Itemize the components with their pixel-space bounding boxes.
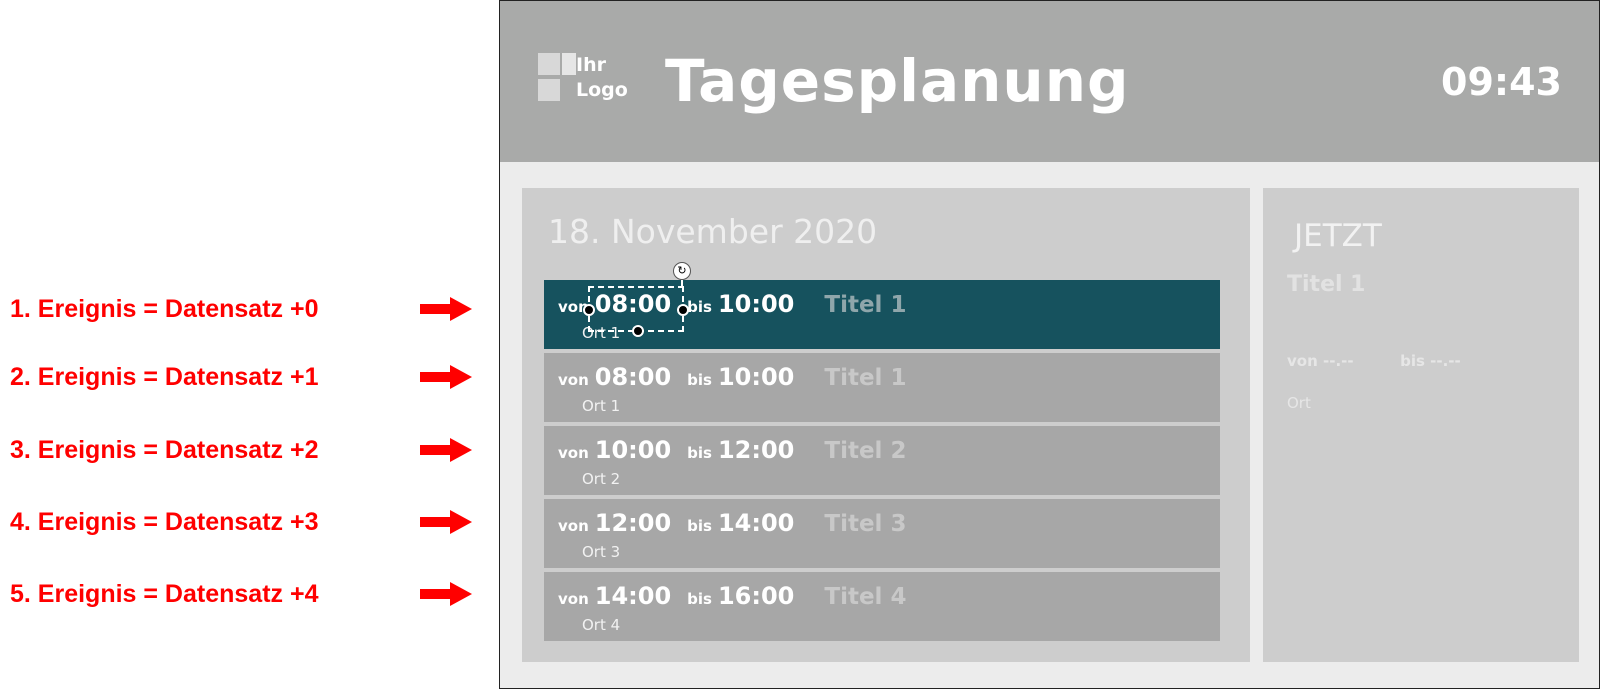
arrow-right-icon [420, 582, 472, 606]
event-start: 14:00 [594, 582, 672, 610]
bis-label: bis [687, 298, 712, 316]
event-end: 14:00 [717, 509, 795, 537]
event-item[interactable]: von 08:00 bis 10:00 Titel 1 Ort 1 [544, 353, 1220, 422]
rotate-handle-icon[interactable]: ↻ [673, 262, 691, 280]
arrow-right-icon [420, 297, 472, 321]
schedule-panel: 18. November 2020 von 08:00 bis 10:00 Ti… [522, 188, 1250, 662]
annotation-row: 3. Ereignis = Datensatz +2 [10, 432, 472, 468]
clock: 09:43 [1441, 60, 1562, 104]
now-start: --.-- [1323, 352, 1354, 370]
event-item[interactable]: von 10:00 bis 12:00 Titel 2 Ort 2 [544, 426, 1220, 495]
von-label: von [1287, 352, 1318, 370]
event-location: Ort 4 [582, 616, 621, 634]
von-label: von [558, 590, 589, 608]
bis-label: bis [687, 444, 712, 462]
arrow-right-icon [420, 510, 472, 534]
event-title: Titel 3 [824, 511, 907, 537]
resize-handle-left[interactable] [583, 304, 595, 316]
von-label: von [558, 371, 589, 389]
event-location: Ort 3 [582, 543, 621, 561]
event-list: von 08:00 bis 10:00 Titel 1 Ort 1 ↻ von … [544, 262, 1220, 645]
event-item[interactable]: von 12:00 bis 14:00 Titel 3 Ort 3 [544, 499, 1220, 568]
von-label: von [558, 517, 589, 535]
event-start: 12:00 [594, 509, 672, 537]
header: Ihr Logo Tagesplanung 09:43 [500, 1, 1599, 162]
schedule-date: 18. November 2020 [548, 212, 878, 251]
resize-handle-bottom[interactable] [632, 325, 644, 337]
von-label: von [558, 444, 589, 462]
event-item[interactable]: von 14:00 bis 16:00 Titel 4 Ort 4 [544, 572, 1220, 641]
rotate-stem [681, 280, 683, 288]
bis-label: bis [687, 590, 712, 608]
bis-label: bis [687, 517, 712, 535]
event-start: 08:00 [594, 363, 672, 391]
event-title: Titel 1 [824, 365, 907, 391]
annotation-list: 1. Ereignis = Datensatz +0 2. Ereignis =… [0, 0, 490, 689]
now-times: von --.-- bis --.-- [1287, 352, 1461, 370]
annotation-label: 3. Ereignis = Datensatz +2 [10, 435, 319, 464]
logo: Ihr Logo [538, 53, 638, 105]
signage-screen: Ihr Logo Tagesplanung 09:43 18. November… [499, 0, 1600, 689]
logo-text-line1: Ihr [576, 54, 606, 76]
event-end: 12:00 [717, 436, 795, 464]
now-location: Ort [1287, 394, 1311, 412]
event-end: 16:00 [717, 582, 795, 610]
event-start: 10:00 [594, 436, 672, 464]
arrow-right-icon [420, 438, 472, 462]
event-location: Ort 2 [582, 470, 621, 488]
event-title: Titel 4 [824, 584, 907, 610]
annotation-row: 1. Ereignis = Datensatz +0 [10, 291, 472, 327]
bis-label: bis [1400, 352, 1425, 370]
now-panel: JETZT Titel 1 von --.-- bis --.-- Ort [1263, 188, 1579, 662]
annotation-row: 4. Ereignis = Datensatz +3 [10, 504, 472, 540]
bis-label: bis [687, 371, 712, 389]
now-label: JETZT [1294, 218, 1382, 254]
annotation-row: 2. Ereignis = Datensatz +1 [10, 359, 472, 395]
annotation-label: 4. Ereignis = Datensatz +3 [10, 507, 319, 536]
resize-handle-right[interactable] [677, 304, 689, 316]
annotation-label: 5. Ereignis = Datensatz +4 [10, 579, 319, 608]
event-title: Titel 2 [824, 438, 907, 464]
now-title: Titel 1 [1287, 272, 1366, 297]
event-end: 10:00 [717, 363, 795, 391]
page-title: Tagesplanung [665, 47, 1130, 115]
logo-text-line2: Logo [576, 79, 628, 101]
annotation-label: 2. Ereignis = Datensatz +1 [10, 362, 319, 391]
event-title: Titel 1 [824, 292, 907, 318]
selection-box[interactable]: ↻ [583, 262, 691, 337]
event-item[interactable]: von 08:00 bis 10:00 Titel 1 Ort 1 ↻ [544, 262, 1220, 349]
annotation-label: 1. Ereignis = Datensatz +0 [10, 294, 319, 323]
now-end: --.-- [1430, 352, 1461, 370]
arrow-right-icon [420, 365, 472, 389]
annotation-row: 5. Ereignis = Datensatz +4 [10, 576, 472, 612]
event-end: 10:00 [717, 290, 795, 318]
event-location: Ort 1 [582, 397, 621, 415]
